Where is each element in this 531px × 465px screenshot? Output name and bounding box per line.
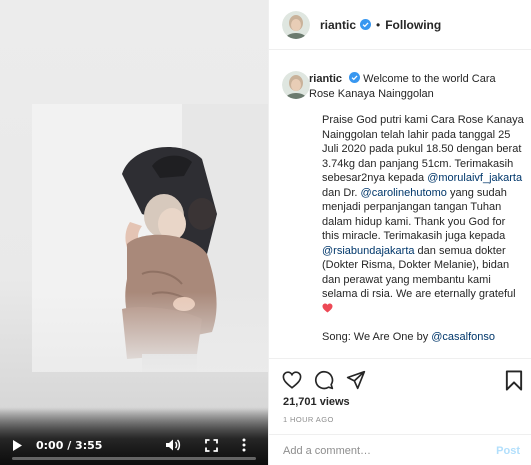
video-player[interactable]: 0:00 / 3:55 [0,0,268,465]
play-icon [13,439,22,451]
share-button[interactable] [345,369,367,391]
fullscreen-button[interactable] [205,438,219,452]
caption-headline-block: riantic Welcome to the world Cara Rose K… [309,72,509,101]
caption-avatar[interactable] [282,71,310,99]
verified-badge-icon [360,19,372,30]
post-comment-button[interactable]: Post [496,445,520,457]
red-heart-emoji-icon [322,302,333,313]
comment-input[interactable] [283,444,497,457]
caption-text-segment: dan Dr. [322,186,361,199]
volume-icon [166,439,181,451]
verified-badge-icon [349,72,361,83]
post-sidebar: riantic • Following riantic Welcome to t… [268,0,531,465]
caption-mention[interactable]: @morulaivf_jakarta [427,172,522,184]
song-prefix: Song: We Are One by [322,331,432,343]
header-separator: • [376,17,381,32]
comment-button[interactable] [313,369,335,391]
bookmark-icon [505,369,523,391]
share-icon [346,370,366,390]
caption-mention[interactable]: @rsiabundajakarta [322,245,415,257]
comments-area[interactable]: riantic Welcome to the world Cara Rose K… [269,51,531,357]
song-artist-mention[interactable]: @casalfonso [431,331,495,343]
post-actions: 21,701 views 1 HOUR AGO Post [269,358,531,465]
following-button[interactable]: Following [385,18,441,32]
caption-username[interactable]: riantic [309,73,342,85]
video-frame[interactable] [32,104,268,372]
video-time-display: 0:00 / 3:55 [36,438,103,452]
save-button[interactable] [503,369,525,391]
more-options-button[interactable] [242,438,250,452]
avatar[interactable] [282,10,310,39]
caption-body: Praise God putri kami Cara Rose Kanaya N… [322,113,524,345]
caption-text: Praise God putri kami Cara Rose Kanaya N… [322,113,524,316]
fullscreen-icon [205,438,218,452]
avatar-image [282,71,310,99]
add-comment-section: Post [269,434,531,465]
volume-button[interactable] [165,438,181,452]
post-timestamp[interactable]: 1 HOUR AGO [283,415,334,424]
video-bottom-fade [32,292,268,372]
play-button[interactable] [12,438,24,452]
post-header: riantic • Following [269,0,531,50]
view-count[interactable]: 21,701 views [283,396,350,408]
video-controls-bar: 0:00 / 3:55 [0,407,268,465]
heart-icon [282,371,302,389]
caption-mention[interactable]: @carolinehutomo [361,187,447,199]
header-username[interactable]: riantic [320,18,356,32]
comment-icon [314,370,334,390]
caption-song-line: Song: We Are One by @casalfonso [322,330,524,345]
video-progress-bar[interactable] [12,457,256,460]
avatar-image [282,10,310,39]
more-vertical-icon [242,438,246,452]
like-button[interactable] [281,369,303,391]
